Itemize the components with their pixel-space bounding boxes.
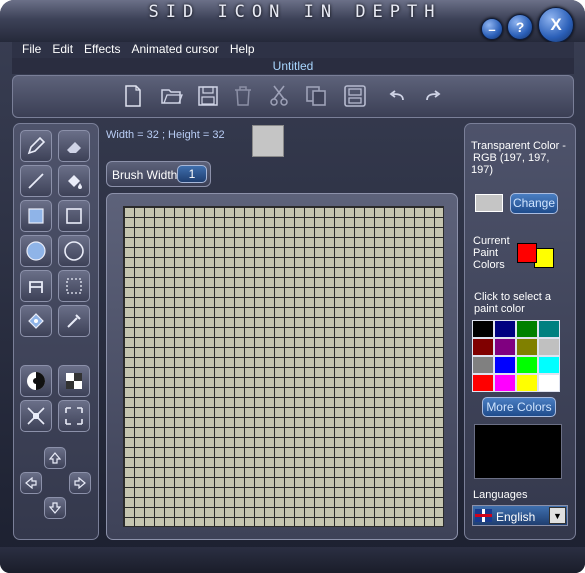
filled-ellipse-icon[interactable] xyxy=(20,235,52,267)
text-icon[interactable] xyxy=(20,270,52,302)
language-select[interactable]: English ▼ xyxy=(472,505,568,526)
palette-hint: Click to select a paint color xyxy=(474,291,551,315)
grayscale-icon[interactable] xyxy=(58,365,90,397)
delete-icon[interactable] xyxy=(231,84,255,108)
expand-icon[interactable] xyxy=(58,400,90,432)
app-window: SID ICON IN DEPTH – ? X File Edit Effect… xyxy=(0,0,585,573)
language-value: English xyxy=(496,510,536,524)
palette-color-10[interactable] xyxy=(516,356,538,374)
palette-color-15[interactable] xyxy=(538,374,560,392)
palette-color-7[interactable] xyxy=(538,338,560,356)
select-icon[interactable] xyxy=(58,270,90,302)
uk-flag-icon xyxy=(475,509,492,522)
transparent-color-swatch xyxy=(475,194,503,212)
palette-color-5[interactable] xyxy=(494,338,516,356)
more-colors-button[interactable]: More Colors xyxy=(482,397,556,417)
line-icon[interactable] xyxy=(20,165,52,197)
palette-color-8[interactable] xyxy=(472,356,494,374)
palette-hint-line1: Click to select a xyxy=(474,291,552,303)
menu-help[interactable]: Help xyxy=(230,42,255,58)
palette-color-13[interactable] xyxy=(494,374,516,392)
open-icon[interactable] xyxy=(160,84,184,108)
palette-color-12[interactable] xyxy=(472,374,494,392)
menu-edit[interactable]: Edit xyxy=(52,42,73,58)
rect-icon[interactable] xyxy=(58,200,90,232)
canvas-size-text: Width = 32 ; Height = 32 xyxy=(106,129,225,141)
pixel-grid-canvas[interactable] xyxy=(123,206,444,527)
invert-icon[interactable] xyxy=(20,365,52,397)
canvas-background-swatch xyxy=(252,125,284,157)
paste-icon[interactable] xyxy=(341,84,369,108)
palette-color-1[interactable] xyxy=(494,320,516,338)
title-bar[interactable]: SID ICON IN DEPTH – ? X xyxy=(0,0,585,43)
undo-icon[interactable] xyxy=(385,84,409,108)
arrow-right-icon[interactable] xyxy=(69,472,91,494)
palette-color-0[interactable] xyxy=(472,320,494,338)
languages-label: Languages xyxy=(473,489,528,501)
transparent-color-label: Transparent Color - RGB (197, 197, 197) xyxy=(471,140,571,176)
app-title: SID ICON IN DEPTH xyxy=(148,2,442,22)
arrow-up-icon[interactable] xyxy=(44,447,66,469)
minimize-button[interactable]: – xyxy=(481,18,503,40)
transparent-color-line2: RGB (197, 197, xyxy=(473,152,550,164)
toolbar xyxy=(12,75,574,118)
cut-icon[interactable] xyxy=(267,84,291,108)
transparent-color-line1: Transparent Color - xyxy=(471,140,566,152)
save-icon[interactable] xyxy=(196,84,220,108)
menu-file[interactable]: File xyxy=(22,42,41,58)
current-paint-line2: Paint xyxy=(473,247,499,259)
secondary-color-swatch[interactable] xyxy=(534,248,554,268)
copy-icon[interactable] xyxy=(304,84,328,108)
pencil-icon[interactable] xyxy=(20,130,52,162)
palette-hint-line2: paint color xyxy=(474,303,525,315)
shrink-icon[interactable] xyxy=(20,400,52,432)
palette-color-9[interactable] xyxy=(494,356,516,374)
palette-color-2[interactable] xyxy=(516,320,538,338)
new-icon[interactable] xyxy=(121,84,145,108)
arrow-down-icon[interactable] xyxy=(44,497,66,519)
ellipse-icon[interactable] xyxy=(58,235,90,267)
brush-width-control: Brush Width 1 xyxy=(106,161,211,187)
menu-animated-cursor[interactable]: Animated cursor xyxy=(132,42,219,58)
color-replace-icon[interactable] xyxy=(20,305,52,337)
palette-color-3[interactable] xyxy=(538,320,560,338)
menu-bar: File Edit Effects Animated cursor Help xyxy=(12,42,574,58)
redo-icon[interactable] xyxy=(421,84,445,108)
tools-panel xyxy=(13,123,99,540)
primary-color-swatch[interactable] xyxy=(517,243,537,263)
current-paint-colors-label: Current Paint Colors xyxy=(473,235,510,271)
arrow-left-icon[interactable] xyxy=(20,472,42,494)
brush-width-label: Brush Width xyxy=(112,168,178,182)
brush-width-input[interactable]: 1 xyxy=(177,165,207,183)
bottom-bar xyxy=(0,547,585,573)
document-title: Untitled xyxy=(12,58,574,74)
palette-color-14[interactable] xyxy=(516,374,538,392)
change-transparent-button[interactable]: Change xyxy=(510,193,558,214)
current-paint-line3: Colors xyxy=(473,259,505,271)
color-palette xyxy=(472,320,560,392)
eraser-icon[interactable] xyxy=(58,130,90,162)
menu-effects[interactable]: Effects xyxy=(84,42,120,58)
help-button[interactable]: ? xyxy=(507,14,533,40)
palette-color-6[interactable] xyxy=(516,338,538,356)
fill-bucket-icon[interactable] xyxy=(58,165,90,197)
icon-preview xyxy=(474,424,562,479)
palette-color-4[interactable] xyxy=(472,338,494,356)
transparent-color-line3: 197) xyxy=(471,164,494,176)
current-paint-line1: Current xyxy=(473,235,510,247)
palette-color-11[interactable] xyxy=(538,356,560,374)
canvas-frame xyxy=(106,193,458,540)
eyedropper-icon[interactable] xyxy=(58,305,90,337)
chevron-down-icon[interactable]: ▼ xyxy=(549,507,566,524)
close-button[interactable]: X xyxy=(538,7,574,43)
filled-rect-icon[interactable] xyxy=(20,200,52,232)
